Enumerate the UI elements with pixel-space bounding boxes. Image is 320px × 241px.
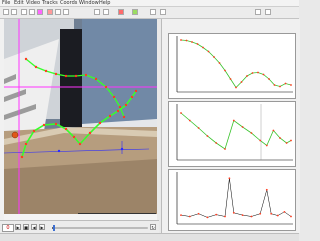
data-point [251, 72, 254, 74]
coords-icon[interactable] [37, 9, 43, 15]
notes-icon[interactable] [94, 9, 100, 15]
data-point [224, 69, 226, 72]
data-point [196, 43, 199, 45]
play-icon[interactable]: ▶ [15, 224, 21, 230]
toolbar [0, 7, 299, 19]
data-point [185, 39, 188, 42]
data-point [218, 62, 221, 64]
plot-3-canvas [176, 172, 293, 225]
data-point [215, 213, 218, 216]
data-point [228, 177, 231, 180]
step-forward-icon[interactable]: ▶ [39, 224, 45, 230]
menubar: File Edit Video Tracks Coords Window Hel… [0, 0, 299, 7]
loop-icon[interactable]: ↻ [150, 224, 156, 230]
data-point [188, 215, 191, 218]
frame-slider[interactable] [52, 225, 148, 231]
data-point [232, 211, 235, 214]
plot-2[interactable] [168, 101, 296, 167]
zoom-icon[interactable] [55, 9, 61, 15]
track-icon[interactable] [47, 9, 53, 15]
data-point [259, 139, 262, 142]
step-back-icon[interactable]: ◀ [31, 224, 37, 230]
filter-icon[interactable] [255, 9, 261, 15]
menu-coords[interactable]: Coords [60, 0, 77, 6]
data-point [290, 139, 292, 142]
model-icon[interactable] [132, 9, 138, 15]
help-icon[interactable] [265, 9, 271, 15]
menu-video[interactable]: Video [26, 0, 40, 6]
data-point [279, 85, 281, 88]
data-point [268, 78, 270, 80]
data-point [257, 71, 259, 74]
data-point [188, 119, 191, 122]
slider-thumb[interactable] [53, 225, 55, 231]
data-point [235, 86, 237, 89]
data-point [290, 84, 292, 86]
plot-pane [161, 19, 300, 233]
calibration-icon[interactable] [29, 9, 35, 15]
menu-file[interactable]: File [2, 0, 10, 6]
data-point [285, 142, 288, 144]
plot-1[interactable] [168, 33, 296, 99]
data-point [240, 81, 243, 83]
refresh-icon[interactable] [103, 9, 109, 15]
data-point [250, 215, 253, 218]
menu-window[interactable]: Window [79, 0, 99, 6]
plot-3[interactable] [168, 169, 296, 231]
data-point [273, 84, 276, 86]
data-point [191, 41, 193, 43]
data-point [213, 56, 215, 58]
autotrack-icon[interactable] [63, 9, 69, 15]
data-point [250, 132, 253, 134]
data-point [259, 212, 262, 215]
data-point [241, 126, 244, 128]
data-point [180, 39, 182, 41]
series-line [180, 178, 292, 218]
data-point [180, 214, 182, 216]
reset-icon[interactable]: ■ [23, 224, 29, 230]
data-point [232, 119, 235, 122]
series-line [180, 39, 292, 89]
data-point [215, 142, 218, 144]
data-point [224, 148, 226, 150]
data-point [224, 215, 226, 218]
data-point [197, 212, 200, 215]
data-point [276, 214, 279, 217]
data-point [262, 73, 265, 76]
clip-settings-icon[interactable] [21, 9, 27, 15]
series-line [180, 112, 292, 150]
menu-edit[interactable]: Edit [14, 0, 24, 6]
data-point [272, 129, 275, 132]
menu-tracks[interactable]: Tracks [42, 0, 58, 6]
data-point [270, 212, 273, 215]
save-icon[interactable] [11, 9, 17, 15]
plot-1-canvas [176, 36, 293, 93]
data-point [229, 78, 232, 80]
data-point [246, 75, 248, 77]
protractor-icon[interactable] [160, 9, 166, 15]
data-point [206, 216, 209, 219]
data-point [202, 46, 204, 49]
plot-2-canvas [176, 104, 293, 161]
data-point [265, 144, 268, 147]
video-view[interactable] [4, 19, 157, 214]
data-point [290, 215, 292, 218]
ruler-icon[interactable] [150, 9, 156, 15]
frame-number[interactable]: 0 [2, 224, 14, 232]
data-point [206, 135, 209, 137]
player-bar: 0 ▶ ■ ◀ ▶ ↻ [0, 220, 159, 234]
data-point [265, 188, 268, 191]
data-point [283, 210, 286, 213]
data-point [197, 127, 200, 129]
data-point [279, 137, 281, 139]
data-point [180, 112, 182, 114]
menu-help[interactable]: Help [99, 0, 110, 6]
video-frame [4, 19, 157, 214]
point-mass-icon[interactable] [118, 9, 124, 15]
data-point [207, 50, 210, 53]
data-point [241, 214, 244, 216]
open-icon[interactable] [3, 9, 9, 15]
data-point [284, 82, 287, 85]
